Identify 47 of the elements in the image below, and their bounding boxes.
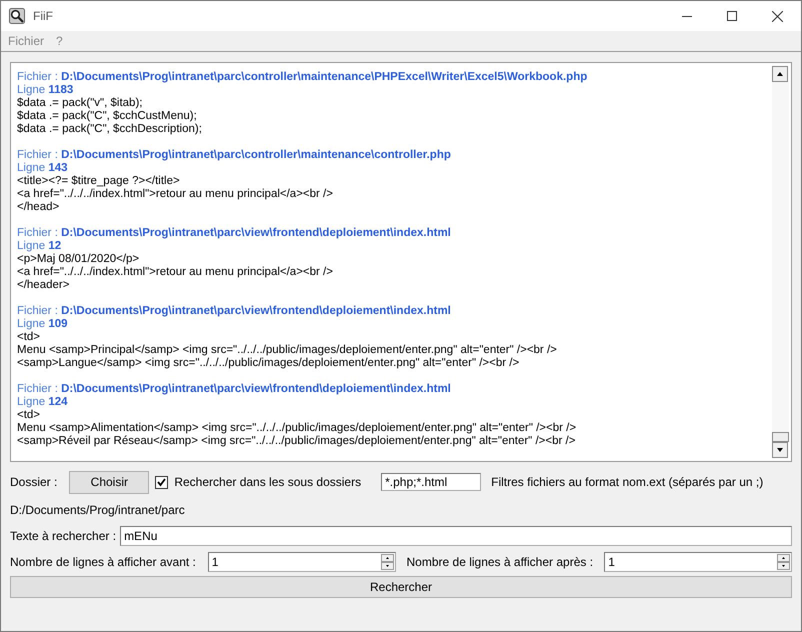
- line-number: Ligne 124: [17, 396, 69, 409]
- file-path: Fichier : D:\Documents\Prog\intranet\parc\controller\maintenance\controller.php: [17, 149, 452, 162]
- window-title: FiiF: [33, 9, 53, 23]
- search-label: Texte à rechercher :: [10, 529, 116, 543]
- scroll-thumb[interactable]: [772, 432, 789, 442]
- scroll-up-icon[interactable]: [772, 66, 788, 82]
- lines-before-label: Nombre de lignes à afficher avant :: [10, 555, 197, 569]
- code-line: <a href="../../../index.html">retour au menu principal</a><br />: [17, 188, 334, 201]
- code-line: <samp>Réveil par Réseau</samp> <img src="../../../public/images/deploiement/enter.png" alt="enter" /><br />: [17, 435, 576, 448]
- magnifier-icon: [9, 8, 25, 24]
- file-path: Fichier : D:\Documents\Prog\intranet\parc\view\frontend\deploiement\index.html: [17, 305, 452, 318]
- code-line: <td>: [17, 409, 42, 422]
- line-number: Ligne 1183: [17, 84, 74, 97]
- code-line: Menu <samp>Principal</samp> <img src="../../../public/images/deploiement/enter.png" alt="enter" /><br />: [17, 344, 558, 357]
- file-path: Fichier : D:\Documents\Prog\intranet\parc\controller\maintenance\PHPExcel\Writer\Excel5\Workbook.php: [17, 71, 588, 84]
- line-number: Ligne 109: [17, 318, 69, 331]
- scroll-down-icon[interactable]: [772, 442, 788, 458]
- code-line: Menu <samp>Alimentation</samp> <img src="../../../public/images/deploiement/enter.png" alt="enter" /><br />: [17, 422, 578, 435]
- code-line: <samp>Langue</samp> <img src="../../../public/images/deploiement/enter.png" alt="enter" /><br />: [17, 357, 520, 370]
- lines-after-spinner[interactable]: 1: [604, 552, 792, 572]
- lines-before-spinner[interactable]: 1: [208, 552, 396, 572]
- code-line: <td>: [17, 331, 42, 344]
- maximize-icon[interactable]: [727, 11, 737, 21]
- code-line: $data .= pack("v", $itab);: [17, 97, 144, 110]
- file-path: Fichier : D:\Documents\Prog\intranet\parc\view\frontend\deploiement\index.html: [17, 383, 452, 396]
- code-line: $data .= pack("C", $cchDescription);: [17, 123, 203, 136]
- code-line: <p>Maj 08/01/2020</p>: [17, 253, 140, 266]
- line-number: Ligne 143: [17, 162, 69, 175]
- line-number: Ligne 12: [17, 240, 62, 253]
- filter-field[interactable]: *.php;*.html: [381, 473, 482, 491]
- search-button[interactable]: Rechercher: [10, 576, 792, 598]
- search-field[interactable]: mENu: [120, 526, 792, 546]
- lines-after-label: Nombre de lignes à afficher après :: [406, 555, 594, 569]
- folder-label: Dossier :: [10, 475, 58, 489]
- code-line: <title><?= $titre_page ?></title>: [17, 175, 181, 188]
- file-path: Fichier : D:\Documents\Prog\intranet\parc\view\frontend\deploiement\index.html: [17, 227, 452, 240]
- code-line: </head>: [17, 201, 60, 214]
- close-icon[interactable]: [772, 10, 783, 22]
- code-line: </header>: [17, 279, 70, 292]
- code-line: $data .= pack("C", $cchCustMenu);: [17, 110, 198, 123]
- code-line: <a href="../../../index.html">retour au menu principal</a><br />: [17, 266, 334, 279]
- scrollbar[interactable]: [772, 63, 791, 461]
- folder-path: D:/Documents/Prog/intranet/parc: [10, 503, 185, 517]
- subfolders-label: Rechercher dans les sous dossiers: [174, 475, 362, 489]
- checkbox[interactable]: [155, 476, 168, 488]
- choose-button[interactable]: Choisir: [69, 470, 150, 494]
- filter-hint: Filtres fichiers au format nom.ext (séparés par un ;): [491, 475, 764, 489]
